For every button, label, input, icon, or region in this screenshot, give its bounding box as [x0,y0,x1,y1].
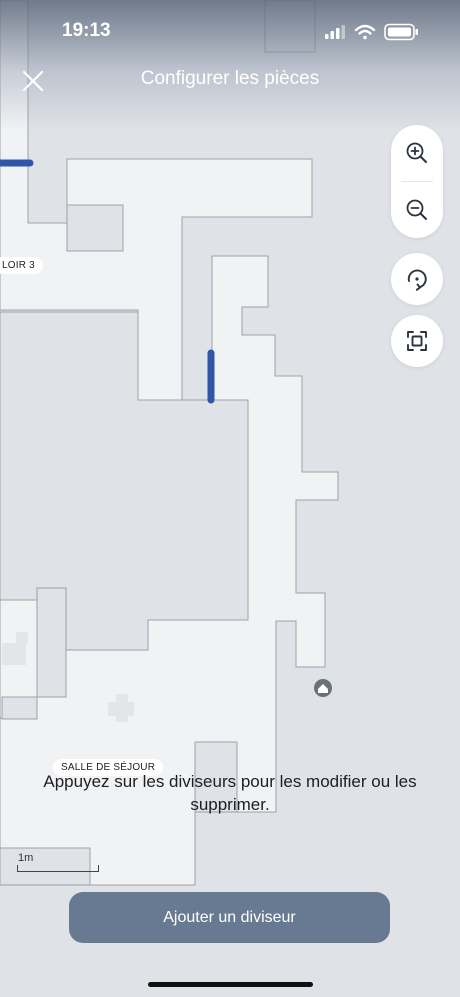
status-time: 19:13 [62,20,111,41]
zoom-out-icon [406,199,427,220]
zoom-out-button[interactable] [391,184,443,236]
zoom-controls [391,125,443,238]
zoom-in-icon [406,142,427,163]
obstacle [116,694,128,722]
add-divider-button[interactable]: Ajouter un diviseur [69,892,390,943]
room-top-inner [66,204,124,252]
fit-screen-button[interactable] [391,315,443,367]
room-small [1,696,38,720]
scale-label: 1m [18,852,34,864]
rotate-button[interactable] [391,253,443,305]
cellular-signal-icon [325,25,345,39]
room-label-corridor[interactable]: LOIR 3 [0,257,43,274]
status-bar: 19:13 [0,0,460,60]
obstacle [2,643,26,665]
page-title: Configurer les pièces [140,68,320,89]
fit-screen-icon [407,331,427,351]
home-icon [314,679,332,697]
status-icons [325,23,418,41]
scale-bar [17,865,99,872]
zoom-in-button[interactable] [391,127,443,179]
rotate-icon [407,269,427,291]
instruction-text: Appuyez sur les diviseurs pour les modif… [43,772,417,814]
obstacle [16,632,28,644]
battery-icon [384,23,418,41]
zoom-divider [401,181,433,182]
wifi-icon [354,24,376,40]
home-indicator [148,982,313,987]
